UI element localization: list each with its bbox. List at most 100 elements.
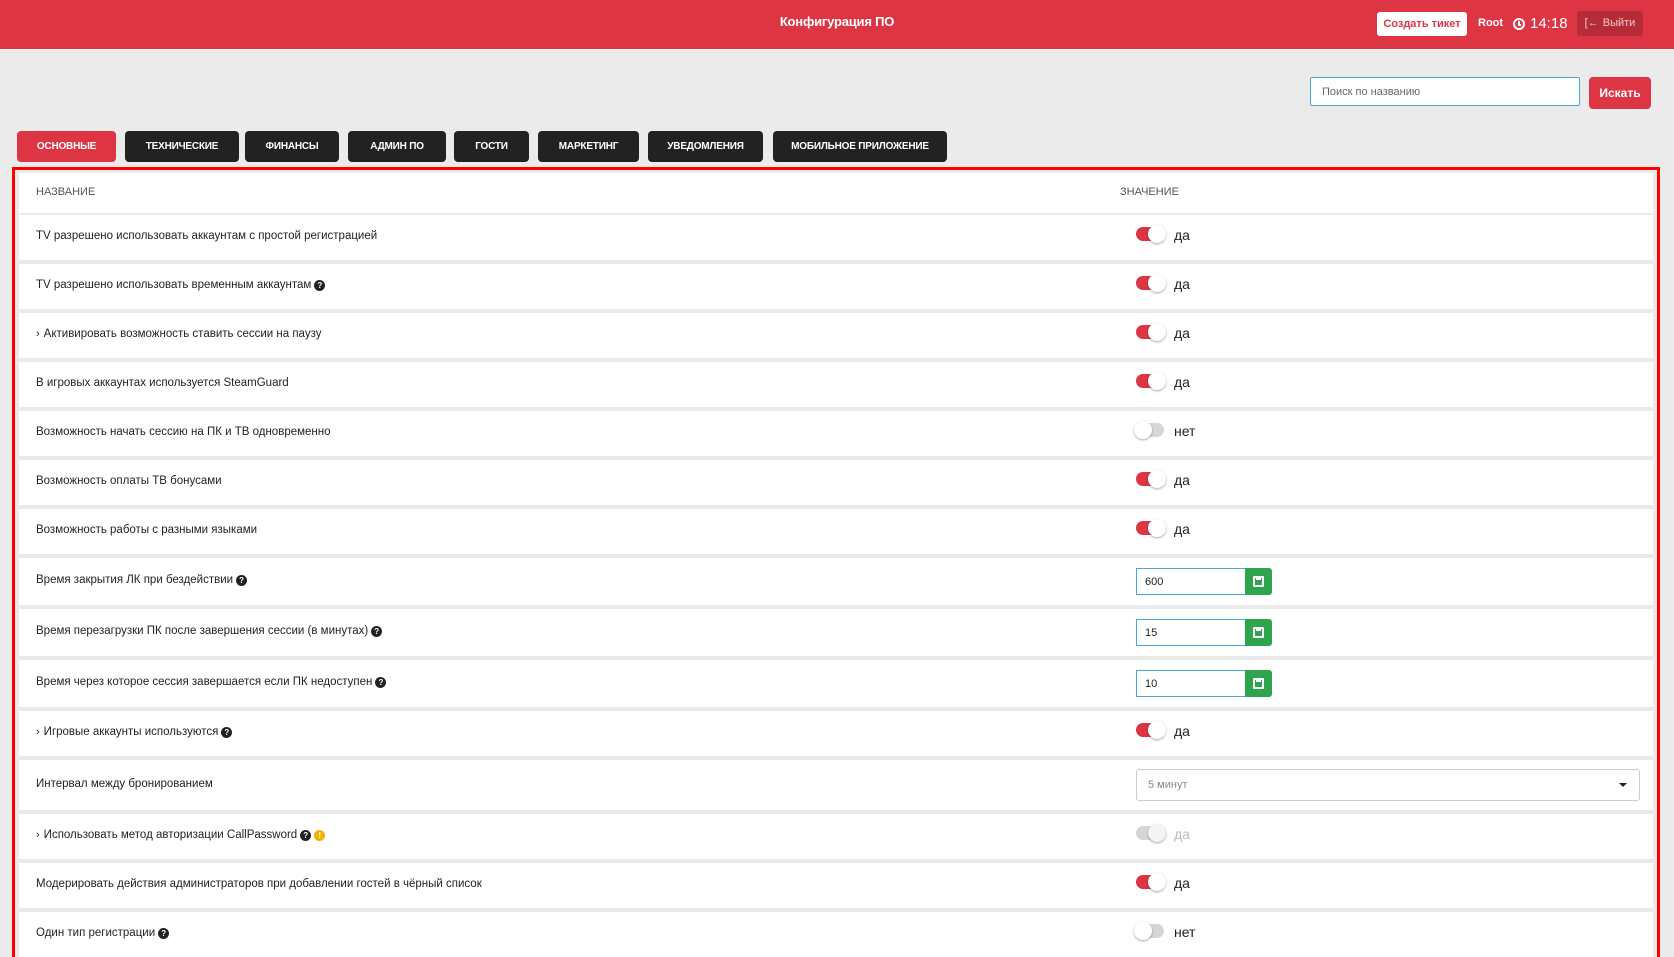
- setting-value: да: [1136, 372, 1190, 390]
- toggle-state-text: да: [1174, 826, 1190, 842]
- setting-label: В игровых аккаунтах используется SteamGu…: [36, 377, 289, 389]
- setting-value: да: [1136, 323, 1190, 341]
- toggle-state-text: да: [1174, 325, 1190, 341]
- toggle-knob: [1148, 721, 1166, 739]
- search-input[interactable]: [1310, 77, 1580, 106]
- setting-label-text: Игровые аккаунты используются: [43, 726, 219, 738]
- table-row[interactable]: › Использовать метод авторизации CallPass…: [19, 814, 1653, 859]
- setting-value: да: [1136, 519, 1190, 537]
- setting-value: да: [1136, 824, 1190, 842]
- toggle-knob: [1148, 372, 1166, 390]
- save-button[interactable]: [1245, 568, 1272, 595]
- table-row: Модерировать действия администраторов пр…: [19, 863, 1653, 908]
- setting-toggle[interactable]: [1134, 421, 1164, 439]
- setting-value: да: [1136, 721, 1190, 739]
- setting-toggle[interactable]: [1136, 372, 1166, 390]
- setting-value: [1136, 670, 1272, 697]
- table-row: Время закрытия ЛК при бездействии?: [19, 558, 1653, 605]
- setting-label-text: Один тип регистрации: [36, 927, 156, 939]
- setting-label-text: В игровых аккаунтах используется SteamGu…: [36, 377, 289, 389]
- question-circle-icon[interactable]: ?: [375, 676, 387, 688]
- setting-toggle[interactable]: [1136, 470, 1166, 488]
- setting-label: Время через которое сессия завершается е…: [36, 676, 387, 688]
- question-circle-icon[interactable]: ?: [314, 279, 326, 291]
- tab-admin[interactable]: АДМИН ПО: [348, 131, 446, 162]
- setting-toggle[interactable]: [1136, 873, 1166, 891]
- interval-select[interactable]: 5 минут: [1136, 769, 1640, 801]
- create-ticket-button[interactable]: Создать тикет: [1377, 12, 1467, 36]
- clock-icon: [1513, 17, 1525, 30]
- setting-value: [1136, 619, 1272, 646]
- setting-toggle[interactable]: [1136, 721, 1166, 739]
- tab-basic[interactable]: ОСНОВНЫЕ: [17, 131, 116, 162]
- setting-label-text: TV разрешено использовать аккаунтам с пр…: [36, 230, 378, 242]
- toggle-knob: [1134, 421, 1152, 439]
- user-name: Root: [1478, 17, 1504, 29]
- save-button[interactable]: [1245, 619, 1272, 646]
- table-row[interactable]: › Активировать возможность ставить сессии…: [19, 313, 1653, 358]
- number-input[interactable]: [1136, 619, 1245, 646]
- toggle-knob: [1148, 225, 1166, 243]
- setting-value: да: [1136, 873, 1190, 891]
- table-row: Возможность работы с разными языками да: [19, 509, 1653, 554]
- setting-toggle[interactable]: [1136, 519, 1166, 537]
- toggle-knob: [1148, 323, 1166, 341]
- clock-time: 14:18: [1530, 15, 1568, 32]
- toggle-knob: [1148, 824, 1166, 842]
- setting-label: TV разрешено использовать временным акка…: [36, 279, 326, 291]
- question-circle-icon[interactable]: ?: [236, 574, 248, 586]
- setting-toggle[interactable]: [1134, 922, 1164, 940]
- setting-label: Один тип регистрации?: [36, 927, 170, 939]
- toggle-knob: [1148, 274, 1166, 292]
- floppy-disk-icon: [1253, 678, 1264, 689]
- tab-mobile-app[interactable]: МОБИЛЬНОЕ ПРИЛОЖЕНИЕ: [773, 131, 947, 162]
- setting-value: [1136, 568, 1272, 595]
- toggle-state-text: да: [1174, 276, 1190, 292]
- setting-label-text: Время перезагрузки ПК после завершения с…: [36, 625, 369, 637]
- warning-circle-icon[interactable]: !: [314, 829, 326, 841]
- top-bar: Конфигурация ПО Создать тикет Root 14:18…: [0, 0, 1674, 49]
- number-input[interactable]: [1136, 568, 1245, 595]
- number-input[interactable]: [1136, 670, 1245, 697]
- question-circle-icon[interactable]: ?: [221, 726, 233, 738]
- tab-notifications[interactable]: УВЕДОМЛЕНИЯ: [648, 131, 763, 162]
- tab-technical[interactable]: ТЕХНИЧЕСКИЕ: [125, 131, 239, 162]
- chevron-right-icon[interactable]: ›: [36, 726, 40, 738]
- chevron-right-icon[interactable]: ›: [36, 829, 40, 841]
- number-field-group: [1136, 568, 1272, 595]
- setting-label-text: TV разрешено использовать временным акка…: [36, 279, 312, 291]
- floppy-disk-icon: [1253, 627, 1264, 638]
- number-field-group: [1136, 670, 1272, 697]
- toggle-knob: [1134, 922, 1152, 940]
- setting-label-text: Использовать метод авторизации CallPassw…: [43, 829, 298, 841]
- save-button[interactable]: [1245, 670, 1272, 697]
- table-row: В игровых аккаунтах используется SteamGu…: [19, 362, 1653, 407]
- column-header-name: НАЗВАНИЕ: [36, 186, 96, 198]
- setting-toggle[interactable]: [1136, 225, 1166, 243]
- setting-label: Время закрытия ЛК при бездействии?: [36, 574, 248, 586]
- table-row: Время перезагрузки ПК после завершения с…: [19, 609, 1653, 656]
- question-circle-icon[interactable]: ?: [158, 927, 170, 939]
- search-button[interactable]: Искать: [1589, 77, 1651, 109]
- setting-label-text: Возможность оплаты ТВ бонусами: [36, 475, 222, 487]
- tab-marketing[interactable]: МАРКЕТИНГ: [538, 131, 639, 162]
- setting-toggle[interactable]: [1136, 274, 1166, 292]
- clock: 14:18: [1513, 15, 1568, 32]
- caret-down-icon: [1619, 783, 1627, 787]
- toggle-state-text: да: [1174, 521, 1190, 537]
- question-circle-icon[interactable]: ?: [371, 625, 383, 637]
- table-row: Возможность оплаты ТВ бонусами да: [19, 460, 1653, 505]
- question-circle-icon[interactable]: ?: [300, 829, 312, 841]
- logout-button[interactable]: [← Выйти: [1577, 11, 1643, 36]
- toggle-state-text: да: [1174, 472, 1190, 488]
- tab-finance[interactable]: ФИНАНСЫ: [245, 131, 339, 162]
- table-row: Время через которое сессия завершается е…: [19, 660, 1653, 707]
- setting-toggle[interactable]: [1136, 323, 1166, 341]
- chevron-right-icon[interactable]: ›: [36, 328, 40, 340]
- tab-guests[interactable]: ГОСТИ: [454, 131, 529, 162]
- table-row: TV разрешено использовать аккаунтам с пр…: [19, 215, 1653, 260]
- toggle-state-text: да: [1174, 723, 1190, 739]
- table-row[interactable]: › Игровые аккаунты используются? да: [19, 711, 1653, 756]
- setting-label: Модерировать действия администраторов пр…: [36, 878, 482, 890]
- logout-icon: [←: [1584, 17, 1599, 29]
